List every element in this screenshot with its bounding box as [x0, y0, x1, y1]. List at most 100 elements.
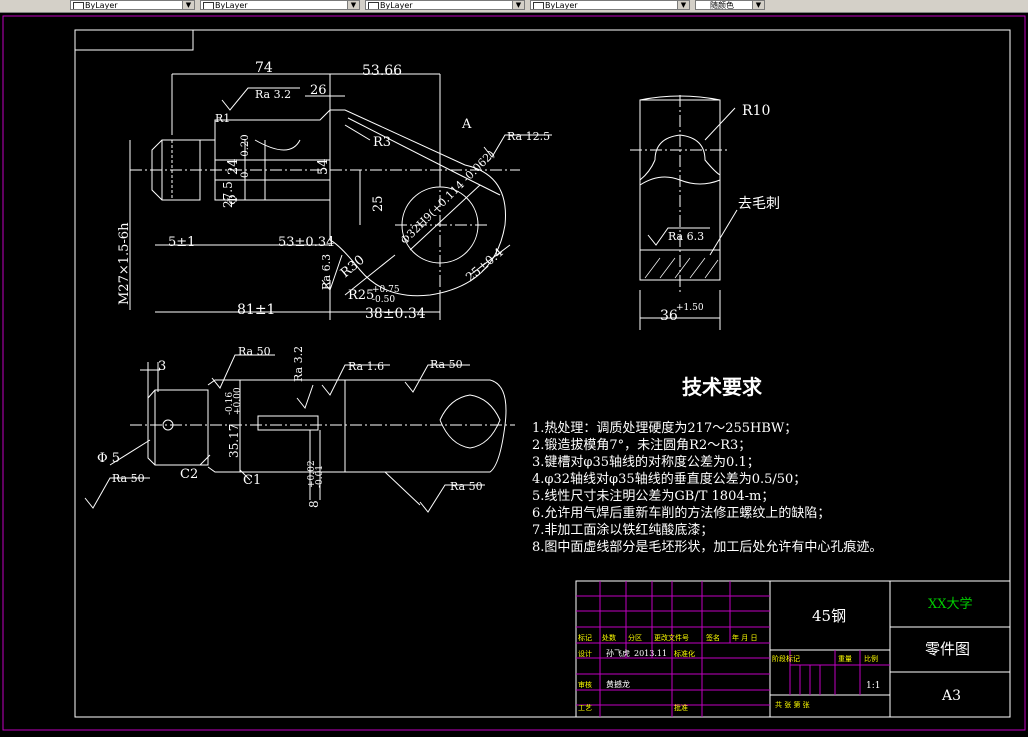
dim-25: 25: [371, 195, 386, 212]
dim-8: 8: [307, 500, 321, 508]
dim-3: 3: [158, 359, 166, 374]
cad-drawing[interactable]: 74 53.66 26 Ra 3.2 R1 R3 24 Φ 27.5 -0.20…: [0, 13, 1028, 733]
color-combo[interactable]: ByLayer ▼: [200, 0, 360, 10]
ra-50-c: Ra 50: [112, 472, 145, 485]
dim-27-5: 27.5: [221, 181, 235, 208]
top-view: [129, 73, 552, 320]
tb-zone: 分区: [628, 633, 642, 642]
tb-weight-label: 重量: [838, 655, 852, 663]
tech-item: 1.热处理：调质处理硬度为217～255HBW；: [532, 420, 797, 436]
dim-26: 26: [310, 83, 327, 98]
properties-toolbar: ByLayer ▼ ByLayer ▼ ByLayer ▼ ByLayer ▼ 随颜色 ▼: [0, 0, 1028, 13]
chevron-down-icon[interactable]: ▼: [182, 1, 194, 9]
dim-35-17: 35.17: [227, 424, 241, 458]
tb-change-no: 更改文件号: [654, 633, 689, 642]
tech-item: 5.线性尺寸未注明公差为GB/T 1804-m；: [532, 489, 774, 504]
tb-std-label: 标准化: [674, 649, 695, 658]
r25-tol-up: +0.75: [372, 285, 400, 295]
tb-sheet-label: 共 张 第 张: [775, 700, 810, 709]
dim-81-pm-1: 81±1: [237, 302, 275, 318]
dim-8-tol-b: -0.01: [315, 465, 325, 488]
layer-combo[interactable]: ByLayer ▼: [70, 0, 195, 10]
dim-phi-5: Φ 5: [97, 451, 120, 466]
tb-scale-label: 比例: [864, 654, 878, 663]
ra-50-d: Ra 50: [450, 480, 483, 493]
dim-tol-0: 0: [240, 172, 251, 178]
plotstyle-combo[interactable]: 随颜色 ▼: [695, 0, 765, 10]
chevron-down-icon[interactable]: ▼: [347, 1, 359, 9]
dim-53-66: 53.66: [362, 63, 402, 79]
hole-spec: Φ32H9(+0.114 -0.062): [398, 148, 497, 247]
dim-5-pm-1: 5±1: [168, 235, 195, 250]
thread-spec: M27×1.5-6h: [117, 222, 132, 305]
dim-53-pm-034: 53±0.34: [278, 235, 334, 250]
tech-item: 2.锻造拔模角7°，未注圆角R2～R3；: [532, 438, 751, 453]
dim-74: 74: [255, 60, 273, 76]
linetype-combo[interactable]: ByLayer ▼: [365, 0, 525, 10]
ra-50-b: Ra 50: [430, 358, 463, 371]
chevron-down-icon[interactable]: ▼: [752, 1, 764, 9]
designer-name: 孙飞虎: [606, 648, 630, 658]
tech-item: 6.允许用气焊后重新车削的方法修正螺纹上的缺陷；: [532, 505, 830, 521]
drawing-canvas[interactable]: 74 53.66 26 Ra 3.2 R1 R3 24 Φ 27.5 -0.20…: [0, 13, 1028, 733]
top-view-labels: 74 53.66 26 Ra 3.2 R1 R3 24 Φ 27.5 -0.20…: [117, 60, 550, 322]
dim-25-pm-04: 25±0.4: [463, 245, 506, 285]
c2-label: C2: [180, 467, 198, 482]
tb-date: 年 月 日: [732, 633, 757, 642]
paper-size: A3: [941, 688, 961, 704]
r25-label: R25: [348, 288, 374, 303]
drawing-name: 零件图: [925, 640, 970, 658]
lineweight-swatch: [533, 2, 544, 9]
r3-label: R3: [373, 135, 391, 150]
tb-stage-label: 阶段标记: [772, 654, 800, 663]
dim-38-pm-034: 38±0.34: [365, 306, 426, 322]
tb-designer-label: 设计: [578, 649, 592, 658]
tech-title: 技术要求: [682, 375, 763, 399]
material-label: 45钢: [812, 607, 846, 625]
tech-item: 4.φ32轴线对φ35轴线的垂直度公差为0.5/50；: [532, 471, 806, 487]
ra-1-6: Ra 1.6: [348, 360, 384, 373]
r10-label: R10: [742, 103, 770, 119]
r25-tol-dn: -0.50: [372, 295, 395, 305]
dim-36-tol: +1.50: [676, 303, 704, 313]
tb-craft-label: 工艺: [578, 704, 592, 712]
ra-12-5-label: Ra 12.5: [507, 130, 550, 143]
design-date: 2013.11: [634, 649, 667, 658]
dim-54: 54: [316, 158, 331, 175]
corner-code-box: [74, 29, 194, 51]
tb-review-label: 审核: [578, 680, 592, 689]
right-view: [630, 95, 738, 330]
r30-label: R30: [338, 253, 368, 281]
sheet-outer-border: [2, 15, 1026, 731]
scale-value: 1:1: [866, 681, 880, 691]
dim-tol-020: -0.20: [240, 134, 251, 160]
c1-label: C1: [243, 473, 261, 488]
tb-mark: 标记: [578, 633, 592, 642]
ra-3-2-label: Ra 3.2: [255, 88, 291, 101]
chevron-down-icon[interactable]: ▼: [677, 1, 689, 9]
dim-35-tol-b: +0.00: [233, 387, 243, 415]
tech-requirements: 技术要求 1.热处理：调质处理硬度为217～255HBW； 2.锻造拔模角7°，…: [532, 375, 882, 555]
tb-sign: 签名: [706, 633, 720, 642]
right-view-hatch: [644, 257, 719, 279]
ra-6-3-label: Ra 6.3: [320, 254, 333, 290]
r1-label: R1: [215, 112, 230, 125]
ra-6-3-label: Ra 6.3: [668, 230, 704, 243]
datum-a-label: A: [461, 117, 472, 132]
linetype-swatch: [368, 2, 379, 9]
tech-item: 3.键槽对φ35轴线的对称度公差为0.1；: [532, 454, 760, 470]
ra-50-a: Ra 50: [238, 345, 271, 358]
layer-swatch: [73, 2, 84, 9]
color-swatch: [203, 2, 214, 9]
school-label: XX大学: [928, 596, 973, 612]
ra-3-2: Ra 3.2: [292, 346, 305, 382]
dim-24: 24: [226, 158, 241, 175]
tech-item: 7.非加工面涂以铁红纯酸底漆；: [532, 522, 713, 538]
tb-approve-label: 批准: [674, 703, 688, 712]
chevron-down-icon[interactable]: ▼: [512, 1, 524, 9]
lineweight-combo[interactable]: ByLayer ▼: [530, 0, 690, 10]
reviewer-name: 黄撼龙: [606, 679, 630, 689]
tb-count: 处数: [602, 633, 616, 642]
tech-item: 8.图中面虚线部分是毛坯形状，加工后处允许有中心孔痕迹。: [532, 539, 882, 555]
deburr-label: 去毛刺: [738, 196, 780, 212]
